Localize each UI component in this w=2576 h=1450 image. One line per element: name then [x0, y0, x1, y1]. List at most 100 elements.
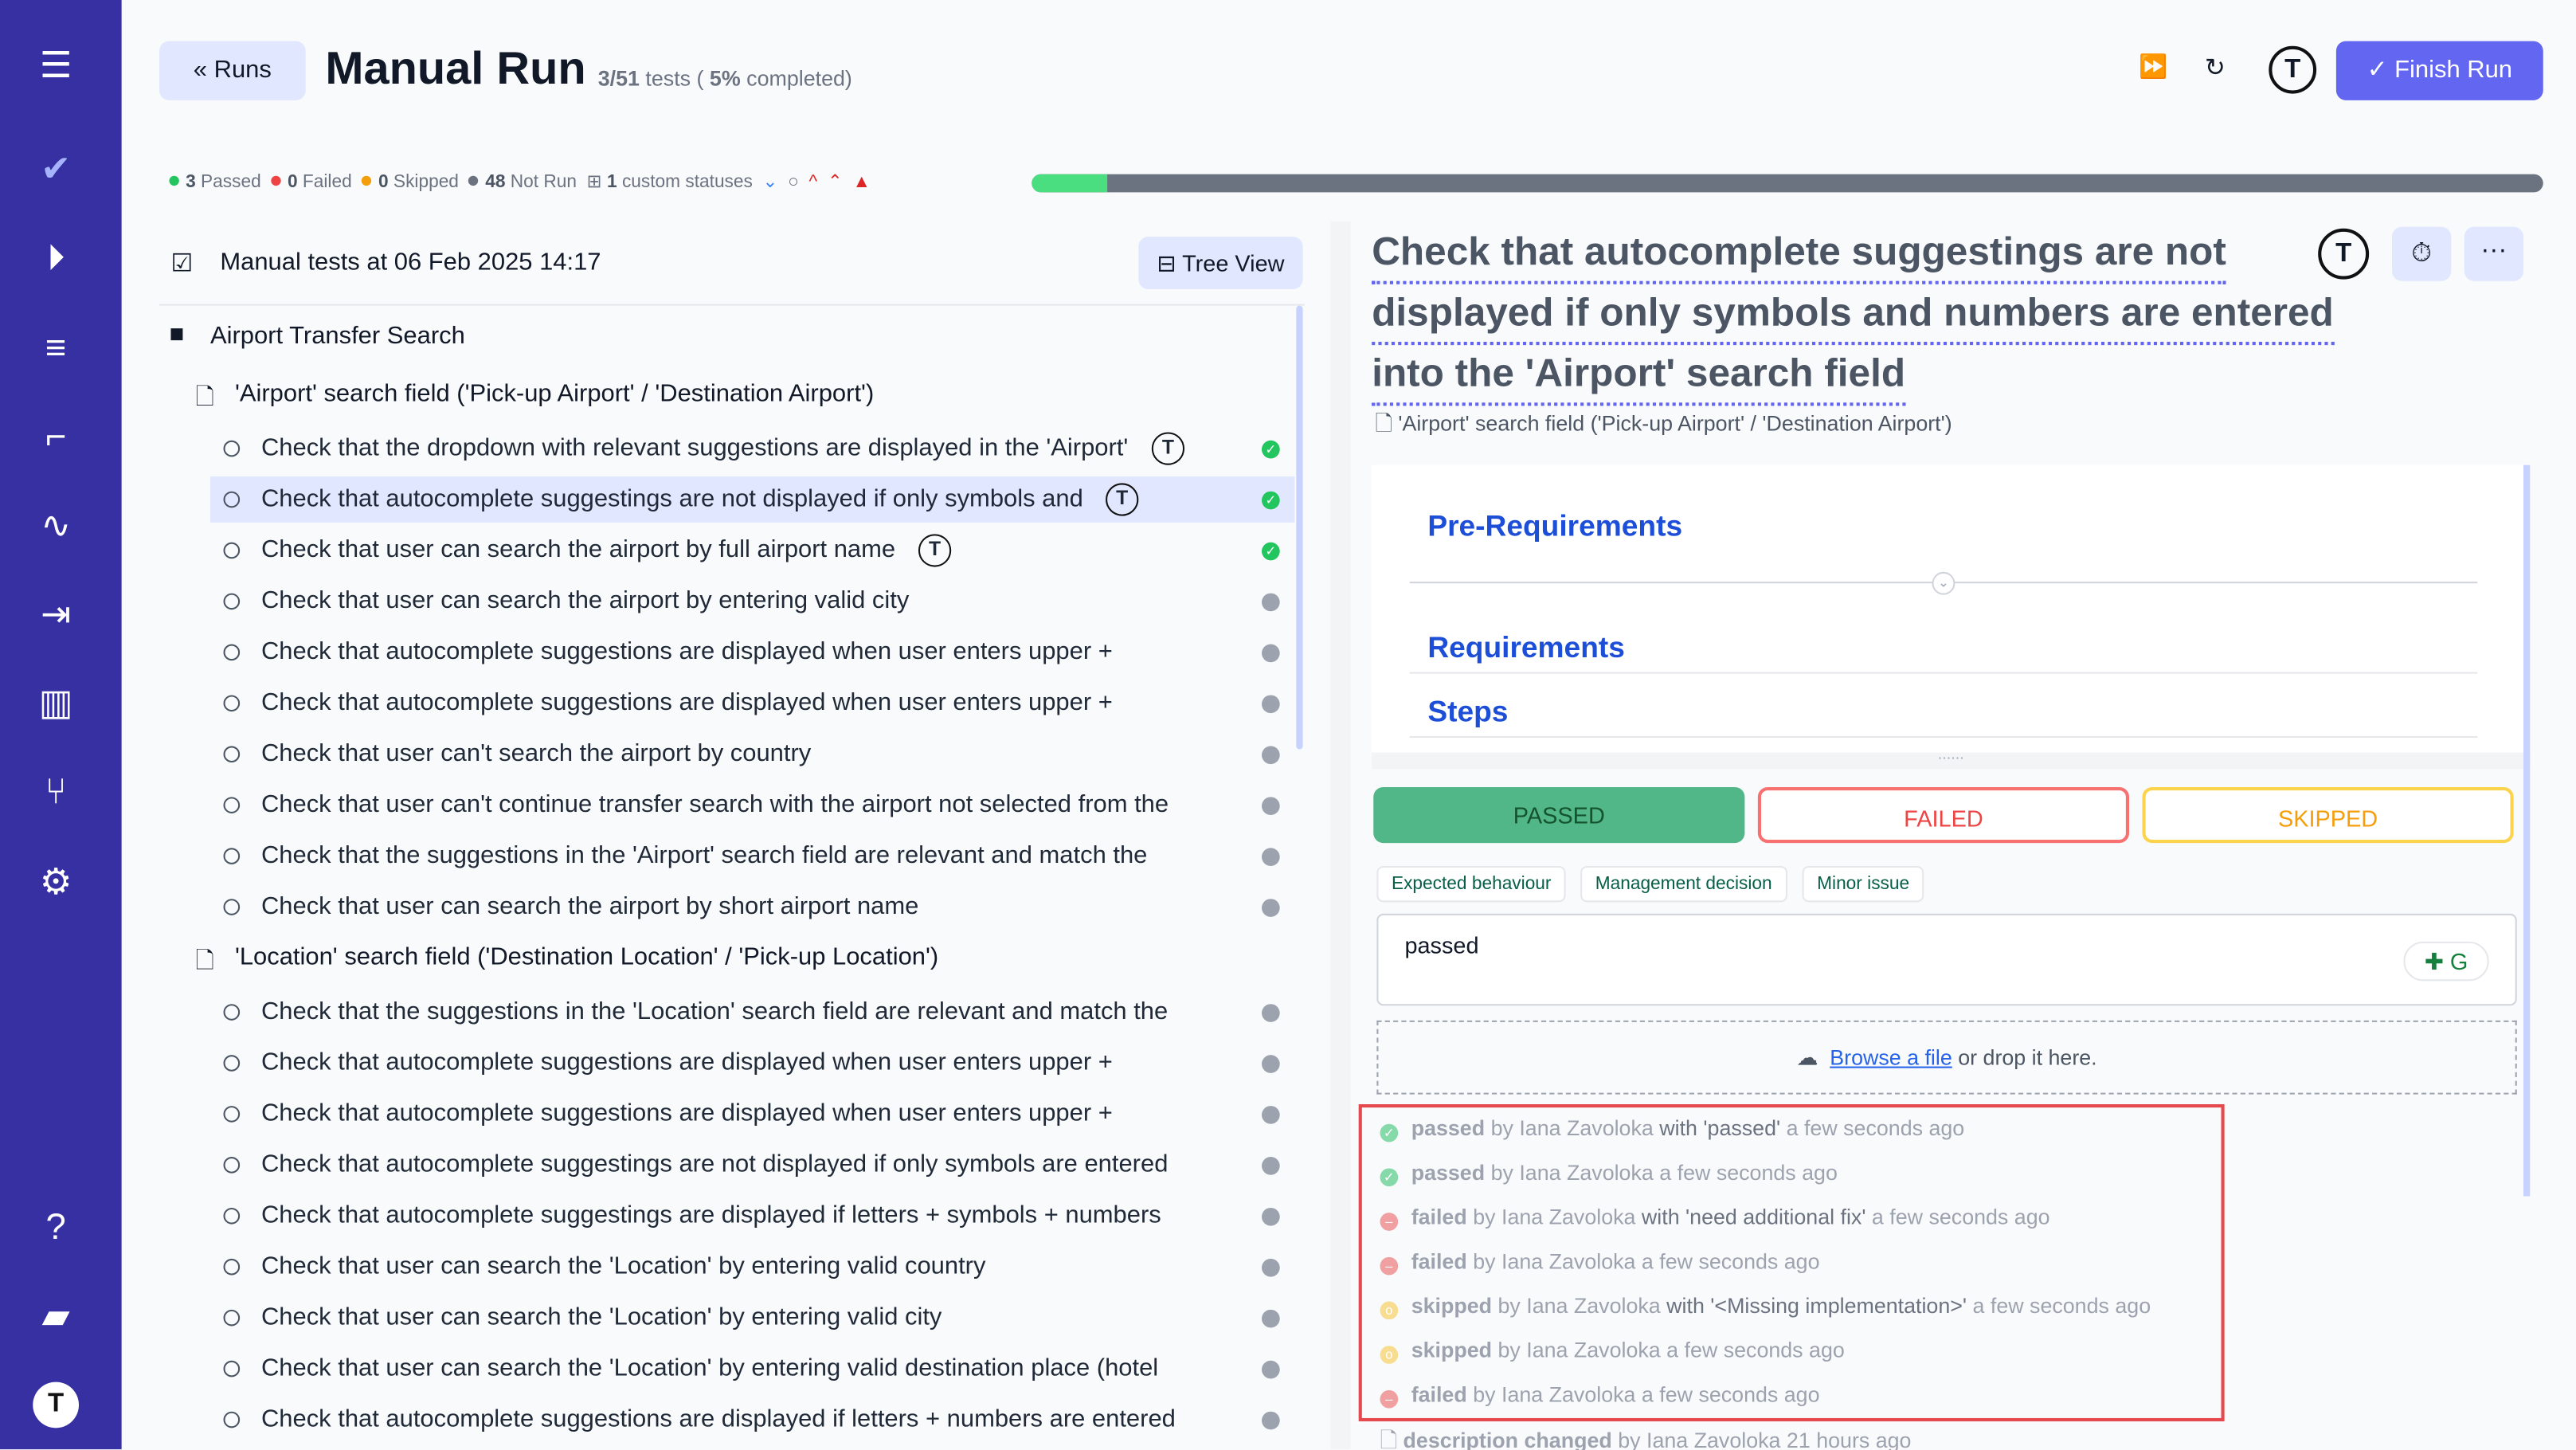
pulse-icon[interactable]: ∿: [33, 503, 79, 549]
folder-icon[interactable]: ▰: [33, 1293, 79, 1339]
circle-icon: [223, 1258, 241, 1276]
testomat-icon[interactable]: T: [2318, 228, 2370, 280]
test-row[interactable]: Check that user can search the 'Location…: [210, 1244, 1294, 1290]
passed-button[interactable]: PASSED: [1373, 786, 1745, 844]
analytics-icon[interactable]: ▥: [33, 680, 79, 727]
test-row[interactable]: Check that autocomplete suggestions are …: [210, 1397, 1294, 1443]
resize-handle[interactable]: ⋯⋯: [1372, 752, 2531, 770]
test-row[interactable]: Check that the suggestions in the 'Airpo…: [210, 833, 1294, 880]
test-title[interactable]: Check that autocomplete suggestings are …: [1372, 224, 2334, 406]
not-run-status-icon: [1262, 1157, 1280, 1175]
testomat-icon: T: [1106, 483, 1139, 516]
test-row[interactable]: Check that autocomplete suggestings are …: [210, 476, 1295, 523]
detail-scrollbar[interactable]: [2523, 464, 2531, 1197]
test-row[interactable]: Check that user can search the airport b…: [210, 527, 1294, 574]
suite-file-icon: 🗋: [195, 382, 214, 410]
tag-management-decision[interactable]: Management decision: [1580, 865, 1787, 903]
test-row[interactable]: Check that autocomplete suggestings are …: [210, 1142, 1294, 1188]
file-icon: 🗋: [1375, 410, 1399, 436]
help-icon[interactable]: ?: [33, 1205, 79, 1251]
sub-suite-title[interactable]: 'Airport' search field ('Pick-up Airport…: [235, 379, 874, 407]
passed-status-icon: ✓: [1262, 440, 1280, 459]
not-run-status-icon: [1262, 797, 1280, 815]
testomat-icon: T: [918, 534, 952, 567]
status-summary: 3 Passed 0 Failed 0 Skipped 48 Not Run ⊞…: [169, 171, 871, 193]
suite-title[interactable]: Airport Transfer Search: [210, 322, 465, 350]
not-run-status-icon: [1262, 1055, 1280, 1073]
failed-status-icon: –: [1380, 1213, 1399, 1231]
skipped-button[interactable]: SKIPPED: [2142, 786, 2514, 844]
result-comment-textarea[interactable]: passed: [1376, 913, 2517, 1006]
file-dropzone[interactable]: ☁ Browse a file or drop it here.: [1376, 1020, 2517, 1095]
finish-run-button[interactable]: ✓ Finish Run: [2335, 41, 2543, 100]
test-row[interactable]: Check that autocomplete suggestions are …: [210, 1091, 1294, 1138]
test-row[interactable]: Check that the suggestions in the 'Locat…: [210, 990, 1294, 1036]
circle-icon: [223, 899, 241, 915]
play-icon[interactable]: ⏵: [33, 235, 79, 281]
test-row[interactable]: Check that autocomplete suggestions are …: [210, 1040, 1294, 1087]
upload-icon: ☁: [1796, 1044, 1824, 1070]
more-options-button[interactable]: ···: [2464, 226, 2523, 281]
test-row[interactable]: Check that user can search the airport b…: [210, 884, 1294, 931]
history-entry: o skipped by Iana Zavoloka a few seconds …: [1380, 1338, 1845, 1364]
checklist-icon[interactable]: ≡: [33, 325, 79, 371]
circle-icon: [223, 1360, 241, 1378]
fast-forward-icon[interactable]: ⏩: [2139, 53, 2167, 80]
timer-button[interactable]: ⏱: [2392, 226, 2452, 281]
circle-icon: [223, 440, 241, 457]
grammarly-icon[interactable]: ✚ G: [2403, 941, 2489, 982]
test-row[interactable]: Check that autocomplete suggestions are …: [210, 680, 1294, 727]
not-run-status-icon: [1262, 1360, 1280, 1379]
expand-icon[interactable]: ⌄: [1932, 571, 1955, 595]
priority-normal-icon[interactable]: ○: [788, 173, 799, 193]
history-entry: – failed by Iana Zavoloka a few seconds a…: [1380, 1249, 1820, 1276]
testomat-logo-icon[interactable]: T: [33, 1381, 79, 1428]
test-row[interactable]: Check that user can search the 'Location…: [210, 1346, 1294, 1392]
test-row[interactable]: Check that user can search the 'Location…: [210, 1295, 1294, 1341]
tag-minor-issue[interactable]: Minor issue: [1802, 865, 1924, 903]
page-title: Manual Run: [325, 42, 586, 94]
tag-expected-behaviour[interactable]: Expected behaviour: [1376, 865, 1567, 903]
circle-icon: [223, 644, 241, 661]
panel-resize-handle[interactable]: [1330, 221, 1351, 1450]
circle-icon: [223, 1106, 241, 1123]
testomat-icon[interactable]: T: [2269, 45, 2317, 94]
history-entry: ✓ passed by Iana Zavoloka with 'passed' a…: [1380, 1115, 1964, 1142]
tree-icon: ⊟: [1157, 249, 1183, 276]
tree-view-button[interactable]: ⊟ Tree View: [1138, 237, 1303, 289]
run-progress-text: 3/51 tests ( 5% completed): [597, 65, 852, 91]
priority-high-icon[interactable]: ^: [809, 173, 818, 193]
test-row[interactable]: Check that autocomplete suggestions are …: [210, 629, 1294, 676]
back-to-runs-button[interactable]: « Runs: [159, 41, 306, 100]
priority-low-icon[interactable]: ⌄: [763, 173, 778, 193]
not-run-status-icon: [1262, 1106, 1280, 1124]
list-scrollbar[interactable]: [1296, 305, 1303, 750]
not-run-status-icon: [1262, 899, 1280, 917]
circle-icon: [223, 1157, 241, 1174]
not-run-status-icon: [1262, 746, 1280, 765]
menu-icon[interactable]: ☰: [33, 43, 79, 89]
priority-important-icon[interactable]: ⌃: [828, 173, 843, 193]
test-suite-breadcrumb[interactable]: 🗋 'Airport' search field ('Pick-up Airpo…: [1375, 410, 1952, 445]
browse-file-link[interactable]: Browse a file: [1830, 1045, 1952, 1070]
timer-reset-icon[interactable]: ↻: [2205, 53, 2226, 82]
circle-icon: [223, 746, 241, 762]
test-row[interactable]: Check that user can search the airport b…: [210, 578, 1294, 625]
requirements-heading: Requirements: [1427, 631, 1625, 664]
test-row[interactable]: Check that user can't search the airport…: [210, 731, 1294, 778]
import-icon[interactable]: ⇥: [33, 592, 79, 638]
priority-critical-icon[interactable]: ▲: [852, 173, 870, 193]
test-row[interactable]: Check that the dropdown with relevant su…: [210, 425, 1294, 472]
check-icon[interactable]: ✔: [33, 147, 79, 193]
custom-status-icon: ⊞: [586, 172, 602, 193]
settings-icon[interactable]: ⚙: [33, 860, 79, 906]
steps-icon[interactable]: ⌐: [33, 414, 79, 460]
test-row[interactable]: Check that user can't continue transfer …: [210, 782, 1294, 829]
history-entry: – failed by Iana Zavoloka a few seconds a…: [1380, 1382, 1820, 1409]
test-row[interactable]: Check that autocomplete suggestings are …: [210, 1193, 1294, 1239]
stopwatch-icon: ⏱: [2411, 240, 2432, 268]
failed-button[interactable]: FAILED: [1757, 786, 2129, 844]
branch-icon[interactable]: ⑂: [33, 769, 79, 815]
sub-suite-title[interactable]: 'Location' search field ('Destination Lo…: [235, 943, 938, 971]
pre-requirements-heading: Pre-Requirements: [1427, 509, 1683, 543]
